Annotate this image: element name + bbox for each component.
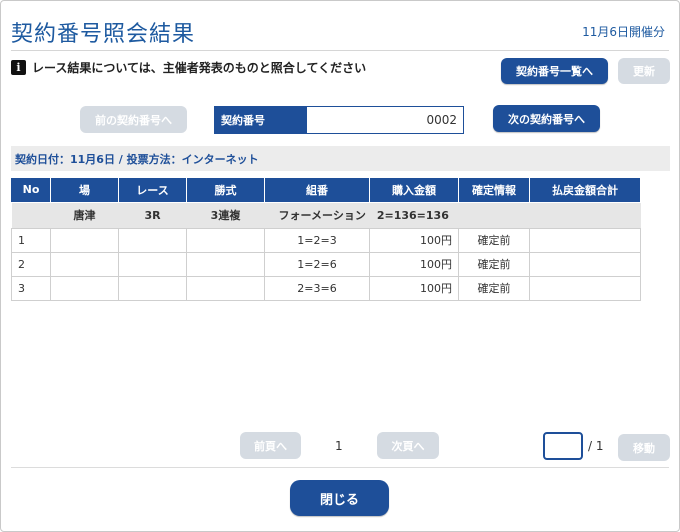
page-total: / 1 <box>588 439 604 453</box>
current-page: 1 <box>335 439 343 453</box>
contract-info-bar: 契約日付：11月6日 / 投票方法：インターネット <box>11 146 670 171</box>
summary-race: 3R <box>118 202 187 228</box>
table-row: 2 1=2=6 100円 確定前 <box>11 251 641 277</box>
summary-bet-type: 3連複 <box>186 202 265 228</box>
close-button[interactable]: 閉じる <box>290 480 389 516</box>
row-race <box>118 275 187 301</box>
bet-summary-row: 唐津 3R 3連複 フォーメーション 2=136=136 <box>11 202 641 228</box>
row-race <box>118 227 187 253</box>
move-page-button[interactable]: 移動 <box>618 434 670 461</box>
next-contract-button[interactable]: 次の契約番号へ <box>493 105 600 132</box>
prev-page-button[interactable]: 前頁へ <box>240 432 301 459</box>
row-payout <box>529 275 641 301</box>
info-icon: i <box>11 60 26 75</box>
table-row: 3 2=3=6 100円 確定前 <box>11 275 641 301</box>
row-status: 確定前 <box>458 227 530 253</box>
row-bet-type <box>186 227 265 253</box>
row-no: 2 <box>11 251 51 277</box>
row-combination: 1=2=3 <box>264 227 370 253</box>
table-header-row: No 場 レース 勝式 組番 購入金額 確定情報 払戻金額合計 <box>11 178 641 203</box>
notice: i レース結果については、主催者発表のものと照合してください <box>11 59 366 76</box>
col-no: No <box>11 178 51 203</box>
summary-payout <box>529 202 641 228</box>
col-bet-type: 勝式 <box>186 178 265 203</box>
col-status: 確定情報 <box>458 178 530 203</box>
prev-contract-button[interactable]: 前の契約番号へ <box>80 106 187 133</box>
col-combination: 組番 <box>264 178 370 203</box>
row-bet-type <box>186 251 265 277</box>
row-status: 確定前 <box>458 275 530 301</box>
page-title: 契約番号照会結果 <box>11 22 196 47</box>
row-combination: 1=2=6 <box>264 251 370 277</box>
contract-number-box: 契約番号 <box>214 106 464 134</box>
row-venue <box>50 227 119 253</box>
row-amount: 100円 <box>369 227 459 253</box>
row-payout <box>529 251 641 277</box>
row-no: 3 <box>11 275 51 301</box>
notice-text: レース結果については、主催者発表のものと照合してください <box>32 61 367 75</box>
refresh-button[interactable]: 更新 <box>618 58 670 84</box>
footer-divider <box>11 467 669 468</box>
result-dialog: 契約番号照会結果 11月6日開催分 i レース結果については、主催者発表のものと… <box>0 0 680 532</box>
summary-combination: フォーメーション 2=136=136 <box>264 202 530 228</box>
col-payout: 払戻金額合計 <box>529 178 641 203</box>
contract-number-input[interactable] <box>307 107 463 133</box>
row-no: 1 <box>11 227 51 253</box>
results-table: No 場 レース 勝式 組番 購入金額 確定情報 払戻金額合計 唐津 3R 3連… <box>11 178 641 301</box>
title-divider <box>11 50 669 51</box>
row-amount: 100円 <box>369 251 459 277</box>
contract-number-label: 契約番号 <box>215 107 307 133</box>
row-bet-type <box>186 275 265 301</box>
row-venue <box>50 251 119 277</box>
summary-venue: 唐津 <box>50 202 119 228</box>
row-race <box>118 251 187 277</box>
race-date: 11月6日開催分 <box>582 25 665 39</box>
row-payout <box>529 227 641 253</box>
row-combination: 2=3=6 <box>264 275 370 301</box>
row-venue <box>50 275 119 301</box>
row-status: 確定前 <box>458 251 530 277</box>
next-page-button[interactable]: 次頁へ <box>377 432 439 459</box>
row-amount: 100円 <box>369 275 459 301</box>
page-number-input[interactable] <box>543 432 583 460</box>
col-venue: 場 <box>50 178 119 203</box>
summary-no <box>11 202 51 228</box>
contract-list-button[interactable]: 契約番号一覧へ <box>501 58 608 84</box>
col-amount: 購入金額 <box>369 178 459 203</box>
col-race: レース <box>118 178 187 203</box>
table-row: 1 1=2=3 100円 確定前 <box>11 227 641 253</box>
